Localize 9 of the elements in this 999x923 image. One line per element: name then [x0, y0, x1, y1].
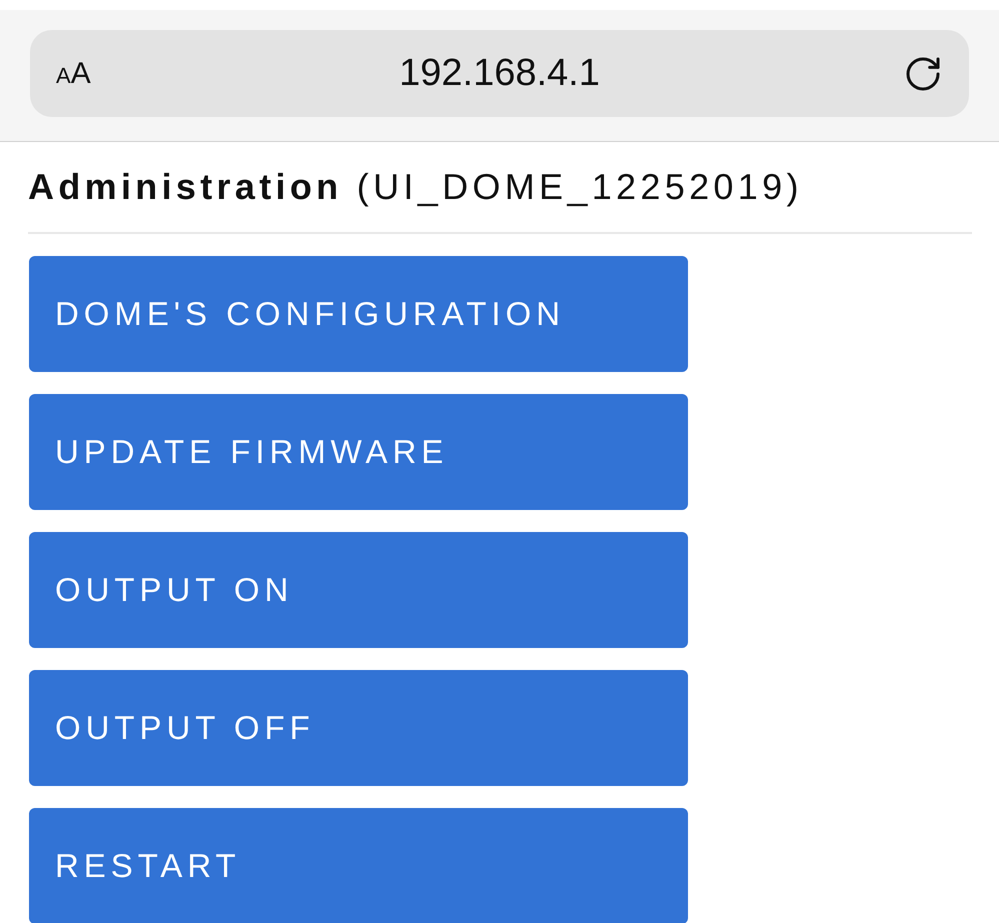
- address-bar[interactable]: AA 192.168.4.1: [30, 30, 969, 117]
- menu-button[interactable]: OUTPUT ON: [29, 532, 688, 648]
- menu-button[interactable]: OUTPUT OFF: [29, 670, 688, 786]
- text-size-button[interactable]: AA: [56, 51, 91, 96]
- page-heading: Administration (UI_DOME_12252019): [28, 165, 803, 209]
- url-text: 192.168.4.1: [399, 51, 600, 96]
- menu-button[interactable]: RESTART: [29, 808, 688, 923]
- menu-button[interactable]: UPDATE FIRMWARE: [29, 394, 688, 510]
- menu-button[interactable]: DOME'S CONFIGURATION: [29, 256, 688, 372]
